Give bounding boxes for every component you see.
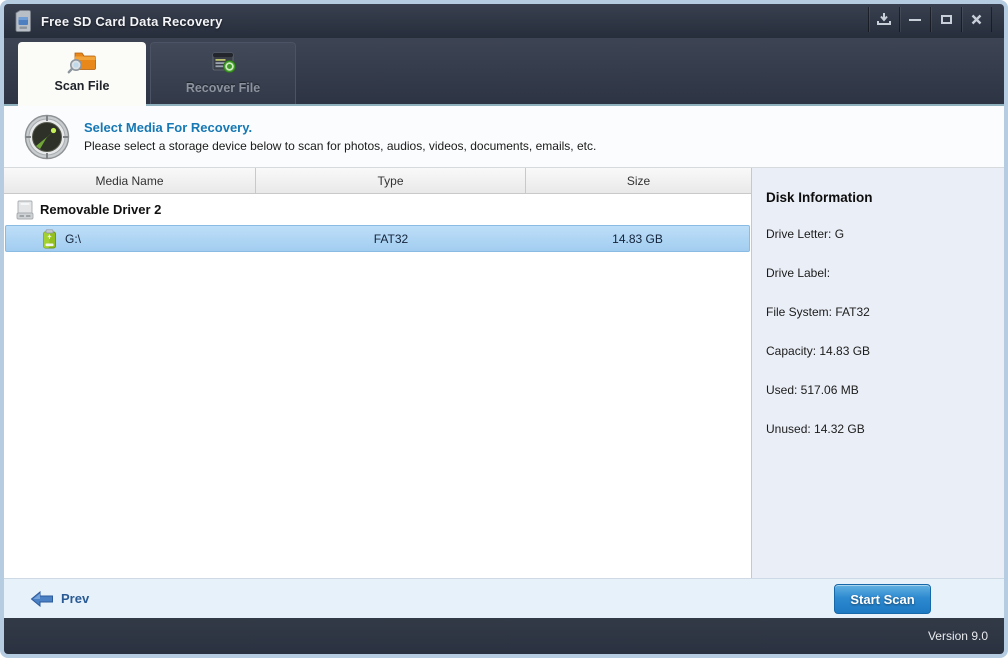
device-group-label: Removable Driver 2	[40, 202, 162, 217]
disk-info-unused: Unused: 14.32 GB	[766, 422, 865, 436]
window-controls	[868, 7, 992, 32]
maximize-icon	[940, 15, 952, 24]
tab-scan-file[interactable]: Scan File	[18, 42, 146, 106]
drive-row-selected[interactable]: G:\ FAT32 14.83 GB	[5, 225, 750, 252]
tab-bar: Scan File Recover File	[4, 38, 1004, 106]
card-reader-icon	[16, 200, 34, 219]
prev-button[interactable]: Prev	[30, 590, 90, 607]
disk-info-drive-letter: Drive Letter: G	[766, 227, 845, 241]
document-recover-icon	[212, 52, 236, 73]
drive-type-cell: FAT32	[373, 231, 409, 246]
titlebar: Free SD Card Data Recovery	[4, 4, 1004, 38]
sd-card-icon	[15, 10, 31, 32]
disk-info-title: Disk Information	[766, 190, 873, 205]
close-icon	[971, 14, 982, 25]
app-window: Free SD Card Data Recovery Scan File Rec…	[0, 0, 1008, 658]
tab-recover-file-label: Recover File	[185, 81, 261, 95]
instruction-header: Select Media For Recovery. Please select…	[4, 106, 1004, 168]
disk-info-file-system: File System: FAT32	[766, 305, 870, 319]
disk-info-used: Used: 517.06 MB	[766, 383, 859, 397]
instruction-title: Select Media For Recovery.	[84, 120, 253, 135]
version-label: Version 9.0	[927, 629, 988, 643]
minimize-button[interactable]	[899, 7, 930, 32]
start-scan-button[interactable]: Start Scan	[834, 584, 931, 614]
column-header-media-name[interactable]: Media Name	[4, 168, 255, 193]
radar-icon	[24, 114, 70, 159]
instruction-texts: Select Media For Recovery. Please select…	[84, 120, 596, 153]
disk-info-drive-label: Drive Label:	[766, 266, 831, 280]
download-button[interactable]	[868, 7, 899, 32]
disk-info-capacity: Capacity: 14.83 GB	[766, 344, 871, 358]
drive-name-cell: G:\	[6, 228, 256, 249]
status-bar: Version 9.0	[4, 618, 1004, 654]
tab-scan-file-label: Scan File	[54, 79, 110, 93]
action-bar: Prev Start Scan	[4, 578, 1004, 618]
device-table: Media Name Type Size Removable Driver 2	[4, 168, 752, 578]
close-button[interactable]	[961, 7, 992, 32]
download-icon	[877, 13, 891, 25]
prev-button-label: Prev	[61, 591, 90, 606]
drive-letter-label: G:\	[65, 231, 82, 246]
column-header-type[interactable]: Type	[255, 168, 525, 193]
main-area: Media Name Type Size Removable Driver 2	[4, 168, 1004, 578]
usb-drive-icon	[43, 228, 56, 248]
disk-information-panel: Disk Information Drive Letter: G Drive L…	[752, 168, 1004, 578]
folder-search-icon	[67, 52, 96, 74]
instruction-subtitle: Please select a storage device below to …	[84, 139, 597, 153]
column-header-size[interactable]: Size	[525, 168, 751, 193]
minimize-icon	[909, 18, 921, 21]
window-title: Free SD Card Data Recovery	[41, 13, 223, 29]
maximize-button[interactable]	[930, 7, 961, 32]
tab-recover-file[interactable]: Recover File	[150, 42, 296, 104]
table-header-row: Media Name Type Size	[4, 168, 751, 194]
arrow-left-icon	[30, 590, 53, 607]
device-group-row[interactable]: Removable Driver 2	[4, 194, 751, 225]
drive-size-cell: 14.83 GB	[612, 231, 663, 246]
